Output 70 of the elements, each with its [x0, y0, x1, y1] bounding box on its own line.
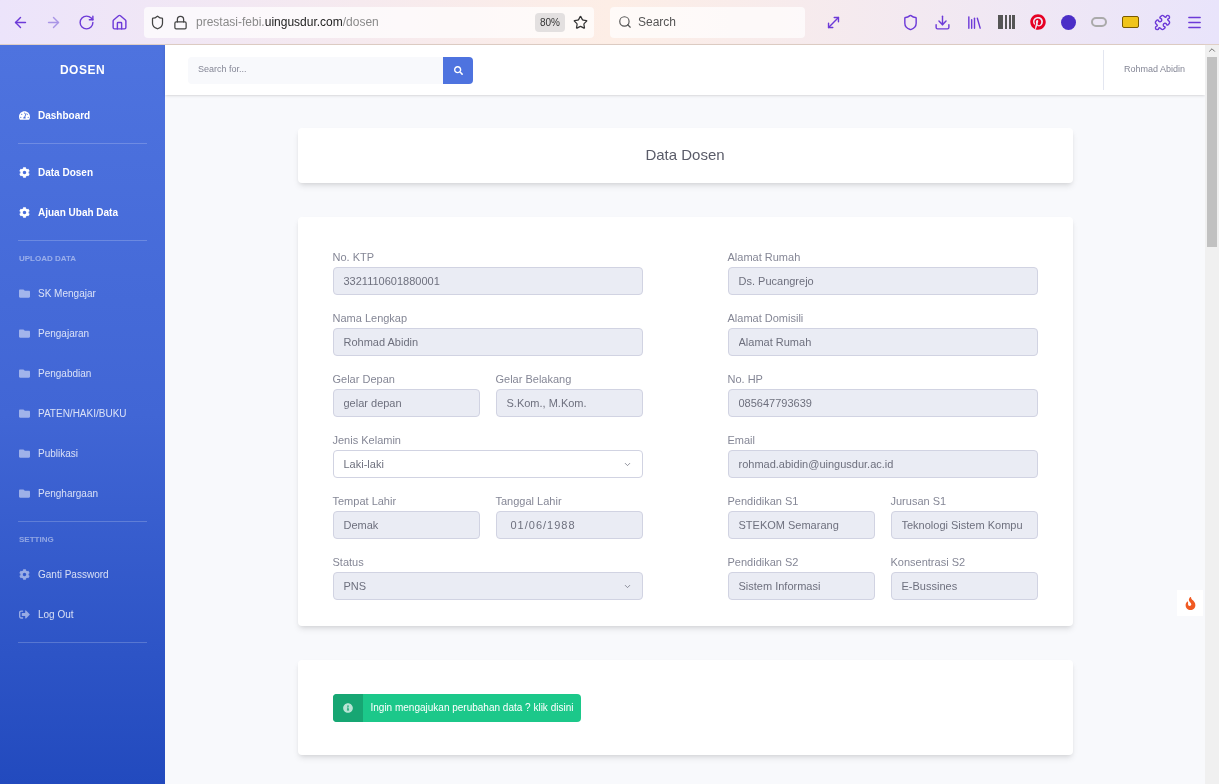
select-field[interactable]: Laki-laki: [332, 450, 643, 478]
field-label: Alamat Domisili: [727, 311, 805, 326]
sidebar-item[interactable]: Dashboard: [0, 95, 165, 135]
search-icon: [453, 65, 463, 75]
sidebar-item[interactable]: Pengabdian: [0, 353, 165, 393]
folder-icon: [19, 287, 30, 299]
field-label: Pendidikan S1: [727, 494, 800, 509]
folder-icon: [19, 327, 30, 339]
field-label: Alamat Rumah: [727, 250, 802, 265]
gear-icon: [19, 206, 30, 218]
profile-icon[interactable]: [1061, 14, 1076, 30]
brand-title[interactable]: DOSEN: [0, 45, 165, 95]
search-placeholder: Search: [638, 14, 677, 31]
gear-icon: [19, 568, 30, 580]
puzzle-icon[interactable]: [1154, 13, 1171, 31]
url-text: prestasi-febi.uingusdur.com/dosen: [196, 14, 380, 31]
page-title: Data Dosen: [645, 145, 725, 166]
field-label: Jenis Kelamin: [332, 433, 402, 448]
star-icon[interactable]: [573, 14, 588, 30]
field-label: Tanggal Lahir: [495, 494, 563, 509]
sidebar-item[interactable]: Ajuan Ubah Data: [0, 192, 165, 232]
browser-search-field[interactable]: Search: [610, 6, 805, 38]
scrollbar[interactable]: [1205, 45, 1219, 784]
address-bar[interactable]: prestasi-febi.uingusdur.com/dosen 80%: [144, 6, 594, 38]
sidebar-item[interactable]: Penghargaan: [0, 473, 165, 513]
sidebar-heading: SETTING: [18, 534, 55, 546]
sidebar-item[interactable]: Ganti Password: [0, 554, 165, 594]
scrollbar-thumb[interactable]: [1207, 57, 1217, 247]
sidebar-item[interactable]: Log Out: [0, 594, 165, 634]
field-label: No. HP: [727, 372, 764, 387]
lock-icon: [173, 14, 188, 30]
user-name[interactable]: Rohmad Abidin: [1123, 63, 1185, 77]
field-label: Tempat Lahir: [332, 494, 398, 509]
logout-icon: [19, 608, 30, 620]
fence-icon[interactable]: [998, 15, 1015, 29]
field-label: No. KTP: [332, 250, 376, 265]
field-label: Nama Lengkap: [332, 311, 409, 326]
dashboard-icon: [19, 109, 30, 121]
reload-icon[interactable]: [78, 13, 95, 31]
sidebar-item[interactable]: Publikasi: [0, 433, 165, 473]
info-icon: [342, 702, 353, 713]
folder-icon: [19, 367, 30, 379]
home-icon[interactable]: [111, 13, 128, 31]
field-label: Status: [332, 555, 365, 570]
field-label: Gelar Belakang: [495, 372, 573, 387]
field-label: Email: [727, 433, 756, 448]
field-label: Jurusan S1: [890, 494, 948, 509]
shield-icon: [150, 14, 165, 30]
fire-widget-icon[interactable]: [1177, 590, 1203, 616]
folder-icon: [19, 487, 30, 499]
sidebar-heading: UPLOAD DATA: [18, 253, 78, 265]
search-field[interactable]: Search for...: [188, 56, 443, 84]
pocket-icon[interactable]: [902, 13, 919, 31]
pinterest-icon[interactable]: [1030, 14, 1046, 30]
field-label: Gelar Depan: [332, 372, 396, 387]
sidebar-item[interactable]: Pengajaran: [0, 313, 165, 353]
sidebar-item[interactable]: PATEN/HAKI/BUKU: [0, 393, 165, 433]
folder-icon: [19, 407, 30, 419]
field-label: Pendidikan S2: [727, 555, 800, 570]
search-icon: [618, 15, 632, 29]
sidebar-item[interactable]: Data Dosen: [0, 152, 165, 192]
gear-icon: [19, 166, 30, 178]
download-icon[interactable]: [934, 13, 951, 31]
zoom-badge[interactable]: 80%: [535, 12, 565, 32]
sidebar-item[interactable]: SK Mengajar: [0, 273, 165, 313]
search-button[interactable]: [443, 56, 473, 84]
folder-icon: [19, 447, 30, 459]
field-label: Konsentrasi S2: [890, 555, 967, 570]
library-icon[interactable]: [966, 13, 983, 31]
scroll-up-icon[interactable]: [1207, 45, 1217, 55]
